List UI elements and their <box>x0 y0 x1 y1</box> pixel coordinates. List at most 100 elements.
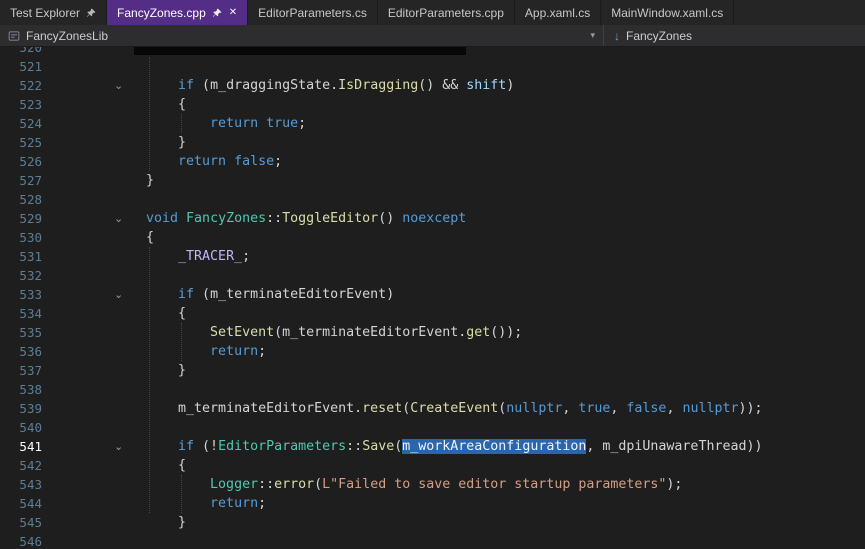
line-number[interactable]: 532 <box>0 268 50 283</box>
code-line-542[interactable]: 542 { <box>0 456 865 475</box>
code-line-532[interactable]: 532 <box>0 266 865 285</box>
code-text: _TRACER_; <box>146 249 865 264</box>
line-number[interactable]: 527 <box>0 173 50 188</box>
line-number[interactable]: 522 <box>0 78 50 93</box>
code-line-522[interactable]: 522⌄ if (m_draggingState.IsDragging() &&… <box>0 76 865 95</box>
line-number[interactable]: 525 <box>0 135 50 150</box>
code-line-541[interactable]: 541 ⌄ if (!EditorParameters::Save(m_workA… <box>0 437 865 456</box>
close-icon[interactable]: ✕ <box>229 8 237 18</box>
tab-label: MainWindow.xaml.cs <box>611 6 723 20</box>
code-line-526[interactable]: 526 return false; <box>0 152 865 171</box>
line-number[interactable]: 524 <box>0 116 50 131</box>
fold-margin <box>50 133 146 152</box>
code-line-531[interactable]: 531 _TRACER_; <box>0 247 865 266</box>
member-dropdown[interactable]: ↓ FancyZones <box>604 25 702 46</box>
line-number[interactable]: 531 <box>0 249 50 264</box>
code-line-523[interactable]: 523 { <box>0 95 865 114</box>
down-arrow-icon: ↓ <box>614 29 620 43</box>
line-number[interactable]: 546 <box>0 534 50 549</box>
line-number[interactable]: 536 <box>0 344 50 359</box>
code-line-521[interactable]: 521 <box>0 57 865 76</box>
code-text: void FancyZones::ToggleEditor() noexcept <box>146 211 865 226</box>
code-line-538[interactable]: 538 <box>0 380 865 399</box>
code-line-524[interactable]: 524 return true; <box>0 114 865 133</box>
line-number[interactable]: 538 <box>0 382 50 397</box>
line-number[interactable]: 528 <box>0 192 50 207</box>
tab-editorparameters-cpp[interactable]: EditorParameters.cpp <box>378 0 515 25</box>
code-text: } <box>146 173 865 188</box>
fold-margin <box>50 494 146 513</box>
line-number[interactable]: 537 <box>0 363 50 378</box>
pin-icon[interactable] <box>212 8 222 18</box>
line-number[interactable]: 521 <box>0 59 50 74</box>
code-text: if (!EditorParameters::Save(m_workAreaCo… <box>146 439 865 454</box>
line-number[interactable]: 535 <box>0 325 50 340</box>
pin-icon[interactable] <box>86 8 96 18</box>
symbol-name: FancyZones <box>626 29 692 43</box>
fold-chevron-icon[interactable]: ⌄ <box>114 439 123 454</box>
code-text <box>146 47 865 56</box>
fold-margin <box>50 418 146 437</box>
line-number[interactable]: 541 <box>0 439 50 454</box>
tab-mainwindow-xaml-cs[interactable]: MainWindow.xaml.cs <box>601 0 734 25</box>
code-line-546[interactable]: 546 <box>0 532 865 549</box>
fold-chevron-icon[interactable]: ⌄ <box>114 211 123 226</box>
fold-margin <box>50 47 146 57</box>
code-line-525[interactable]: 525 } <box>0 133 865 152</box>
code-line-530[interactable]: 530{ <box>0 228 865 247</box>
fold-margin <box>50 323 146 342</box>
line-number[interactable]: 533 <box>0 287 50 302</box>
line-number[interactable]: 540 <box>0 420 50 435</box>
redaction-bar <box>134 47 466 55</box>
code-line-545[interactable]: 545 } <box>0 513 865 532</box>
navigation-bar: FancyZonesLib ▾ ↓ FancyZones <box>0 25 865 47</box>
line-number[interactable]: 526 <box>0 154 50 169</box>
code-line-535[interactable]: 535 SetEvent(m_terminateEditorEvent.get(… <box>0 323 865 342</box>
code-text: } <box>146 515 865 530</box>
tab-test-explorer[interactable]: Test Explorer <box>0 0 107 25</box>
line-number[interactable]: 542 <box>0 458 50 473</box>
tab-label: App.xaml.cs <box>525 6 590 20</box>
tab-editorparameters-cs[interactable]: EditorParameters.cs <box>248 0 378 25</box>
code-line-539[interactable]: 539 m_terminateEditorEvent.reset(CreateE… <box>0 399 865 418</box>
code-line-533[interactable]: 533 ⌄ if (m_terminateEditorEvent) <box>0 285 865 304</box>
indent-guide <box>149 57 150 171</box>
code-line-528[interactable]: 528 <box>0 190 865 209</box>
code-line-537[interactable]: 537 } <box>0 361 865 380</box>
fold-margin <box>50 57 146 76</box>
line-number[interactable]: 529 <box>0 211 50 226</box>
code-text: if (m_terminateEditorEvent) <box>146 287 865 302</box>
fold-margin: ⌄ <box>50 209 146 228</box>
code-line-534[interactable]: 534 { <box>0 304 865 323</box>
fold-chevron-icon[interactable]: ⌄ <box>114 78 123 93</box>
fold-chevron-icon[interactable]: ⌄ <box>114 287 123 302</box>
code-line-527[interactable]: 527} <box>0 171 865 190</box>
line-number[interactable]: 539 <box>0 401 50 416</box>
code-line-520[interactable]: 520 <box>0 47 865 57</box>
project-icon <box>8 30 20 42</box>
tab-app-xaml-cs[interactable]: App.xaml.cs <box>515 0 601 25</box>
indent-guide <box>149 247 150 513</box>
code-line-540[interactable]: 540 <box>0 418 865 437</box>
code-text: return; <box>146 344 865 359</box>
code-line-544[interactable]: 544 return; <box>0 494 865 513</box>
tab-fancyzones-cpp[interactable]: FancyZones.cpp✕ <box>107 0 248 25</box>
line-number[interactable]: 520 <box>0 47 50 55</box>
code-text: } <box>146 363 865 378</box>
code-editor[interactable]: 520521522⌄ if (m_draggingState.IsDraggin… <box>0 47 865 549</box>
code-line-529[interactable]: 529 ⌄ void FancyZones::ToggleEditor() noex… <box>0 209 865 228</box>
fold-margin <box>50 361 146 380</box>
line-number[interactable]: 534 <box>0 306 50 321</box>
fold-margin <box>50 304 146 323</box>
code-line-536[interactable]: 536 return; <box>0 342 865 361</box>
line-number[interactable]: 545 <box>0 515 50 530</box>
line-number[interactable]: 523 <box>0 97 50 112</box>
line-number[interactable]: 543 <box>0 477 50 492</box>
fold-margin <box>50 114 146 133</box>
line-number[interactable]: 544 <box>0 496 50 511</box>
fold-margin <box>50 399 146 418</box>
fold-margin <box>50 190 146 209</box>
project-dropdown[interactable]: FancyZonesLib ▾ <box>0 25 604 46</box>
line-number[interactable]: 530 <box>0 230 50 245</box>
code-line-543[interactable]: 543 Logger::error(L"Failed to save edito… <box>0 475 865 494</box>
